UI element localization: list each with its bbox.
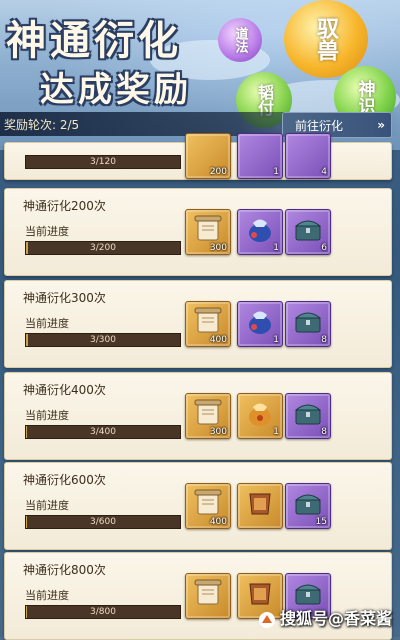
item-count: 6 xyxy=(321,243,327,253)
item-count: 1 xyxy=(273,427,279,437)
reward-card: 神通衍化200次 当前进度 3/200 300 1 6 xyxy=(4,188,392,276)
reward-item-scroll[interactable]: 400 xyxy=(185,483,231,529)
item-count: 400 xyxy=(209,335,227,345)
reward-item-armor[interactable] xyxy=(237,483,283,529)
progress-bar: 3/400 xyxy=(25,425,181,439)
reward-item-scroll[interactable]: 400 xyxy=(185,301,231,347)
progress-text: 3/120 xyxy=(90,157,116,167)
progress-bar: 3/600 xyxy=(25,515,181,529)
reward-item-pouch[interactable]: 1 xyxy=(237,133,283,179)
item-count: 8 xyxy=(321,335,327,345)
item-count: 1 xyxy=(273,335,279,345)
reward-item-chest[interactable]: 4 xyxy=(285,133,331,179)
card-title: 神通衍化600次 xyxy=(23,473,106,487)
card-title: 神通衍化800次 xyxy=(23,563,106,577)
reward-card: 神通衍化400次 当前进度 3/400 300 1 8 xyxy=(4,372,392,460)
title-line-2: 达成奖励 xyxy=(40,70,192,110)
item-count: 300 xyxy=(209,243,227,253)
progress-bar: 3/200 xyxy=(25,241,181,255)
item-count: 400 xyxy=(209,517,227,527)
watermark: 搜狐号@香菜酱 xyxy=(258,605,392,629)
progress-text: 3/200 xyxy=(90,243,116,253)
item-count: 1 xyxy=(273,243,279,253)
item-count: 15 xyxy=(315,517,327,527)
reward-item-gold-pouch[interactable]: 1 xyxy=(237,393,283,439)
item-count: 300 xyxy=(209,427,227,437)
title-line-1: 神通衍化 xyxy=(6,17,182,64)
reward-item-chest[interactable]: 8 xyxy=(285,301,331,347)
progress-label: 当前进度 xyxy=(25,499,69,512)
progress-label: 当前进度 xyxy=(25,589,69,602)
item-count: 8 xyxy=(321,427,327,437)
reward-item-scroll[interactable]: 200 xyxy=(185,133,231,179)
reward-item-scroll[interactable]: 300 xyxy=(185,209,231,255)
reward-item-scroll[interactable] xyxy=(185,573,231,619)
progress-bar: 3/300 xyxy=(25,333,181,347)
progress-bar: 3/800 xyxy=(25,605,181,619)
reward-item-chest[interactable]: 8 xyxy=(285,393,331,439)
item-count: 200 xyxy=(209,167,227,177)
reward-item-scroll[interactable]: 300 xyxy=(185,393,231,439)
item-count: 1 xyxy=(273,167,279,177)
progress-text: 3/400 xyxy=(90,427,116,437)
card-title: 神通衍化300次 xyxy=(23,291,106,305)
progress-text: 3/600 xyxy=(90,517,116,527)
progress-bar: 3/120 xyxy=(25,155,181,169)
chevron-right-icon: » xyxy=(377,118,385,132)
progress-label: 当前进度 xyxy=(25,409,69,422)
reward-item-chest[interactable]: 15 xyxy=(285,483,331,529)
fox-logo-icon xyxy=(258,611,276,629)
progress-text: 3/800 xyxy=(90,607,116,617)
item-count: 4 xyxy=(321,167,327,177)
goto-evolve-label: 前往衍化 xyxy=(295,118,344,133)
reward-item-blue-pouch[interactable]: 1 xyxy=(237,209,283,255)
watermark-text: 搜狐号@香菜酱 xyxy=(279,609,392,628)
reward-card-partial: 3/120 200 1 4 xyxy=(4,133,392,180)
reward-round-label: 奖励轮次: 2/5 xyxy=(4,118,80,132)
orb-purple: 道法 xyxy=(218,18,262,62)
progress-label: 当前进度 xyxy=(25,225,69,238)
progress-label: 当前进度 xyxy=(25,317,69,330)
card-title: 神通衍化400次 xyxy=(23,383,106,397)
reward-item-chest[interactable]: 6 xyxy=(285,209,331,255)
reward-card: 神通衍化300次 当前进度 3/300 400 1 8 xyxy=(4,280,392,368)
reward-item-blue-pouch[interactable]: 1 xyxy=(237,301,283,347)
reward-card: 神通衍化600次 当前进度 3/600 400 15 xyxy=(4,462,392,550)
card-title: 神通衍化200次 xyxy=(23,199,106,213)
progress-text: 3/300 xyxy=(90,335,116,345)
